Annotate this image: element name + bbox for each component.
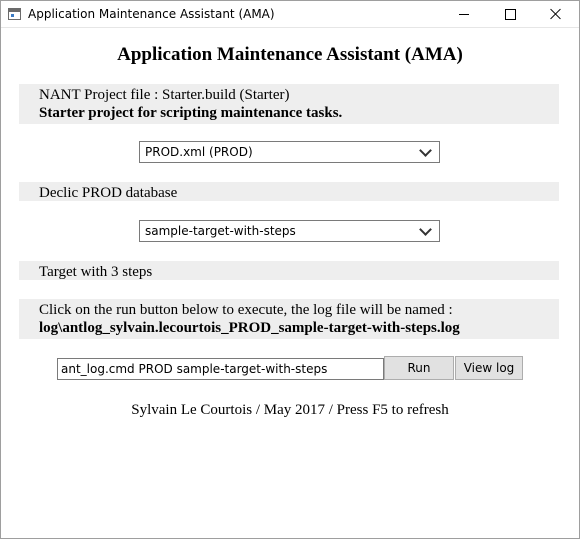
database-info-panel: Declic PROD database: [19, 182, 559, 201]
footer-text: Sylvain Le Courtois / May 2017 / Press F…: [131, 402, 449, 418]
maximize-button[interactable]: [487, 1, 533, 27]
target-select[interactable]: sample-target-with-steps: [139, 220, 440, 242]
project-description: Starter project for scripting maintenanc…: [39, 105, 343, 121]
main-content: Application Maintenance Assistant (AMA) …: [1, 28, 579, 538]
minimize-button[interactable]: [441, 1, 487, 27]
project-info-panel: NANT Project file : Starter.build (Start…: [19, 84, 559, 124]
page-title: Application Maintenance Assistant (AMA): [117, 44, 463, 65]
log-file-name: log\antlog_sylvain.lecourtois_PROD_sampl…: [39, 320, 460, 336]
environment-select-value: PROD.xml (PROD): [145, 145, 253, 159]
app-window: Application Maintenance Assistant (AMA) …: [0, 0, 580, 539]
title-bar: Application Maintenance Assistant (AMA): [1, 1, 579, 28]
close-button[interactable]: [533, 1, 579, 27]
chevron-down-icon: [419, 222, 432, 236]
view-log-button[interactable]: View log: [455, 356, 523, 380]
database-line: Declic PROD database: [39, 185, 178, 201]
maximize-icon: [504, 8, 516, 20]
environment-select[interactable]: PROD.xml (PROD): [139, 141, 440, 163]
target-info-line: Target with 3 steps: [39, 264, 153, 280]
close-icon: [550, 8, 562, 20]
run-info-panel: Click on the run button below to execute…: [19, 299, 559, 339]
target-info-panel: Target with 3 steps: [19, 261, 559, 280]
chevron-down-icon: [419, 143, 432, 157]
run-button[interactable]: Run: [384, 356, 454, 380]
target-select-value: sample-target-with-steps: [145, 224, 296, 238]
minimize-icon: [459, 13, 469, 15]
project-file-line: NANT Project file : Starter.build (Start…: [39, 87, 290, 103]
window-title: Application Maintenance Assistant (AMA): [28, 7, 275, 21]
app-window-icon: [8, 8, 21, 20]
run-info-line: Click on the run button below to execute…: [39, 302, 453, 318]
command-input[interactable]: [57, 358, 384, 380]
